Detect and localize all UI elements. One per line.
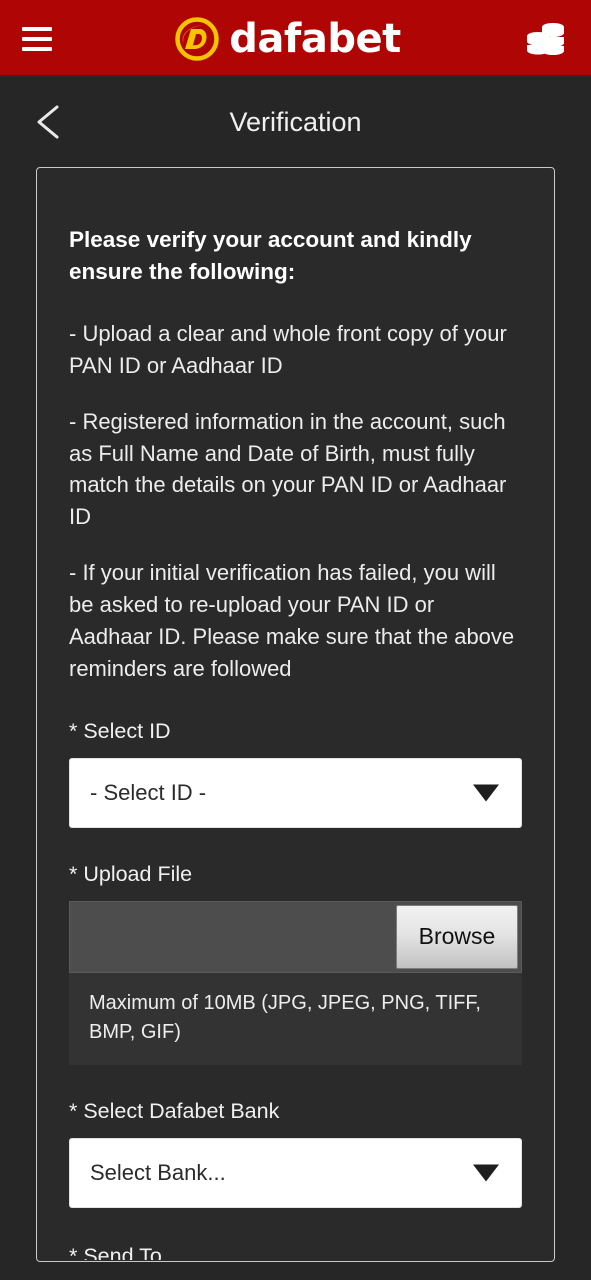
- instruction-bullet-2: - Registered information in the account,…: [69, 408, 507, 530]
- select-bank-label: * Select Dafabet Bank: [69, 1098, 280, 1123]
- triangle-down-icon: [473, 784, 499, 802]
- browse-button[interactable]: Browse: [396, 904, 518, 969]
- chevron-left-icon[interactable]: [30, 100, 70, 144]
- verification-form-card: Please verify your account and kindly en…: [36, 167, 555, 1262]
- instruction-bullet-1: - Upload a clear and whole front copy of…: [69, 320, 507, 378]
- select-bank-value: Select Bank...: [90, 1159, 226, 1185]
- select-id-label: * Select ID: [69, 718, 171, 743]
- select-id-field: * Select ID - Select ID -: [69, 719, 522, 828]
- select-bank-field: * Select Dafabet Bank Select Bank...: [69, 1099, 522, 1208]
- upload-file-hint: Maximum of 10MB (JPG, JPEG, PNG, TIFF, B…: [69, 972, 522, 1065]
- upload-file-label: * Upload File: [69, 861, 193, 886]
- instructions-heading: Please verify your account and kindly en…: [69, 227, 472, 284]
- hamburger-menu-icon[interactable]: [22, 24, 58, 54]
- select-id-value: - Select ID -: [90, 779, 207, 805]
- page-titlebar: Verification: [0, 77, 591, 167]
- verification-screen: dafabet Verification Please verify your …: [0, 0, 591, 1280]
- upload-file-field: * Upload File Browse Maximum of 10MB (JP…: [69, 862, 522, 1065]
- select-id-dropdown[interactable]: - Select ID -: [69, 757, 522, 828]
- hamburger-bar: [22, 46, 52, 51]
- page-title: Verification: [229, 106, 362, 137]
- brand-wordmark: dafabet: [229, 15, 401, 62]
- file-input-row[interactable]: Browse: [69, 900, 522, 973]
- dafabet-d-logo-icon: [175, 16, 220, 61]
- brand-logo[interactable]: dafabet: [174, 15, 401, 62]
- coin-stack-icon[interactable]: [523, 19, 569, 59]
- select-bank-dropdown[interactable]: Select Bank...: [69, 1137, 522, 1208]
- send-to-label-partial: * Send To: [69, 1243, 162, 1260]
- app-header: dafabet: [0, 0, 591, 77]
- hamburger-bar: [22, 26, 52, 31]
- instruction-bullet-3: - If your initial verification has faile…: [69, 560, 515, 681]
- file-name-display[interactable]: [70, 902, 396, 972]
- hamburger-bar: [22, 36, 52, 41]
- triangle-down-icon: [473, 1164, 499, 1182]
